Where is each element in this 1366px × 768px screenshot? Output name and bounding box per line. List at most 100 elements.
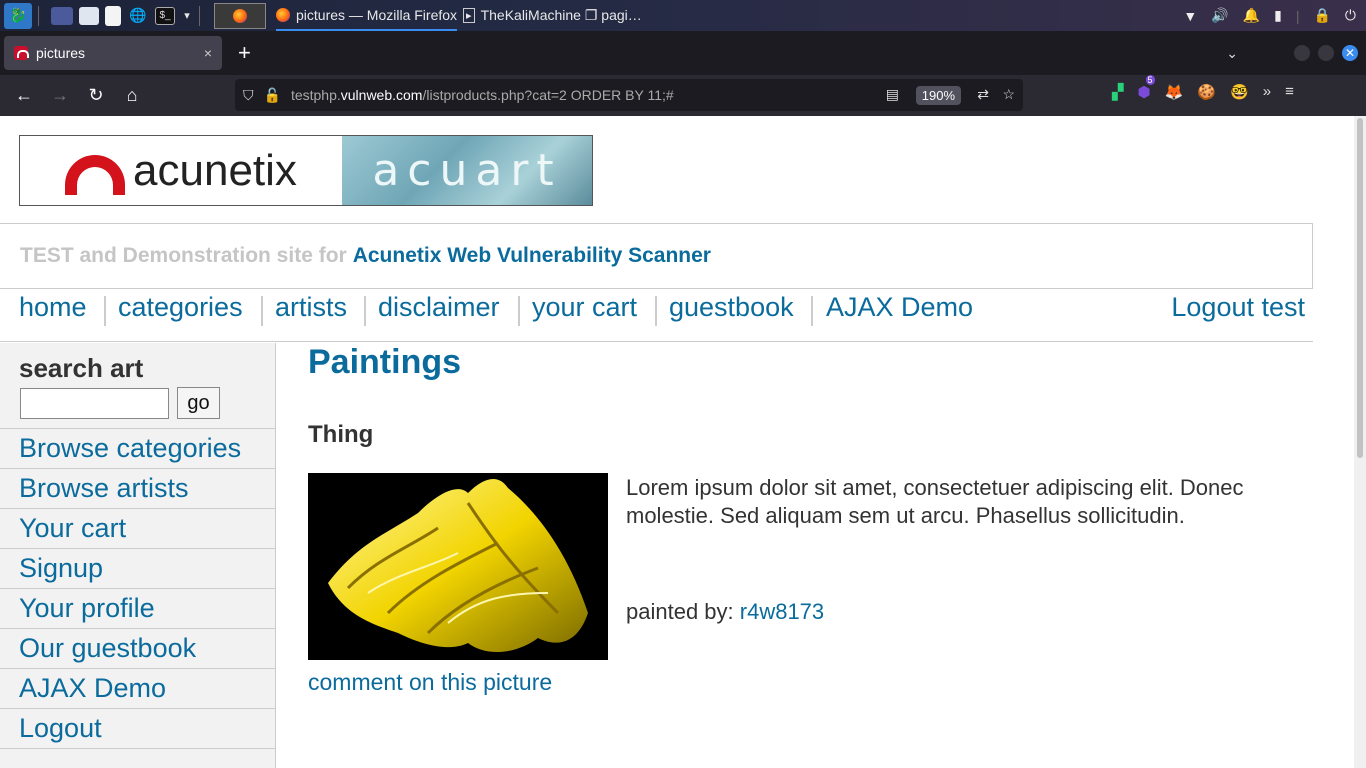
- sidebar-link-your-profile[interactable]: Your profile: [0, 589, 275, 629]
- nav-categories[interactable]: categories: [118, 292, 243, 323]
- web-page: acunetix acuart TEST and Demonstration s…: [0, 116, 1354, 768]
- cookie-editor-icon[interactable]: 🍪: [1197, 83, 1216, 101]
- nav-artists[interactable]: artists: [275, 292, 347, 323]
- nav-separator: [655, 296, 657, 326]
- top-navigation: home categories artists disclaimer your …: [0, 292, 1313, 342]
- logout-link[interactable]: Logout test: [1171, 292, 1305, 323]
- user-agent-extension-icon[interactable]: 🤓: [1230, 83, 1249, 101]
- nav-separator: [261, 296, 263, 326]
- bookmark-star-icon[interactable]: ☆: [1002, 86, 1015, 103]
- new-tab-button[interactable]: +: [238, 40, 251, 66]
- close-window-button[interactable]: ✕: [1342, 45, 1358, 61]
- power-icon[interactable]: ⏻: [1345, 7, 1356, 24]
- close-tab-icon[interactable]: ×: [204, 45, 212, 61]
- acunetix-mark-icon: [65, 154, 126, 195]
- url-prefix: testphp.: [290, 87, 341, 103]
- fractal-image: [308, 473, 608, 660]
- terminal-icon[interactable]: $_: [155, 6, 175, 25]
- nav-separator: [104, 296, 106, 326]
- page-scrollbar[interactable]: [1354, 116, 1366, 768]
- more-tools-chevron-icon[interactable]: »: [1263, 83, 1271, 101]
- reader-view-icon[interactable]: ▤: [886, 86, 899, 103]
- extension-badge: 5: [1145, 75, 1155, 85]
- volume-icon[interactable]: 🔊: [1211, 7, 1228, 24]
- minimize-button[interactable]: [1294, 45, 1310, 61]
- battery-icon[interactable]: ▮: [1274, 7, 1282, 24]
- tagline-grey: TEST and Demonstration site for: [20, 244, 347, 267]
- sidebar-link-your-cart[interactable]: Your cart: [0, 509, 275, 549]
- comment-link[interactable]: comment on this picture: [308, 669, 552, 696]
- shield-icon[interactable]: ⛉: [243, 87, 254, 104]
- reload-icon[interactable]: ↻: [78, 78, 114, 114]
- firefox-launcher-button[interactable]: [214, 2, 266, 29]
- text-editor-icon[interactable]: [105, 5, 121, 26]
- show-desktop-icon[interactable]: [51, 6, 73, 25]
- nav-separator: [518, 296, 520, 326]
- scrollbar-thumb[interactable]: [1357, 118, 1363, 458]
- terminal-small-icon: ▸: [463, 8, 475, 23]
- painted-by: painted by: r4w8173: [626, 599, 824, 625]
- painting-description: Lorem ipsum dolor sit amet, consectetuer…: [626, 475, 1244, 528]
- sidebar-link-ajax-demo[interactable]: AJAX Demo: [0, 669, 275, 709]
- back-arrow-icon[interactable]: ←: [6, 78, 42, 114]
- lock-icon[interactable]: 🔒: [1313, 7, 1330, 24]
- painting-image[interactable]: [308, 473, 608, 660]
- home-icon[interactable]: ⌂: [114, 78, 150, 114]
- browser-nav-bar: ← → ↻ ⌂ ⛉ 🔓 testphp.vulnweb.com/listprod…: [0, 75, 1366, 116]
- sidebar-link-logout[interactable]: Logout: [0, 709, 275, 749]
- url-bar[interactable]: ⛉ 🔓 testphp.vulnweb.com/listproducts.php…: [235, 79, 1023, 111]
- hamburger-menu-icon[interactable]: ≡: [1285, 83, 1294, 101]
- artist-link[interactable]: r4w8173: [740, 599, 824, 624]
- sidebar-link-browse-artists[interactable]: Browse artists: [0, 469, 275, 509]
- separator: [199, 5, 200, 26]
- translate-icon[interactable]: ⇄: [977, 86, 989, 103]
- sidebar-link-signup[interactable]: Signup: [0, 549, 275, 589]
- system-tray: ▼ 🔊 🔔 ▮ | 🔒 ⏻: [1183, 7, 1356, 24]
- acunetix-acuart-logo[interactable]: acunetix acuart: [19, 135, 593, 206]
- forward-arrow-icon[interactable]: →: [42, 78, 78, 114]
- window-controls: ⌄ ✕: [1226, 45, 1358, 62]
- file-manager-icon[interactable]: [79, 6, 99, 25]
- nav-home[interactable]: home: [19, 292, 87, 323]
- nav-guestbook[interactable]: guestbook: [669, 292, 794, 323]
- acunetix-logo: acunetix: [20, 136, 342, 205]
- zoom-level-button[interactable]: 190%: [915, 86, 961, 105]
- url-path: /listproducts.php?cat=2 ORDER BY 11;#: [422, 87, 674, 103]
- wifi-icon[interactable]: ▼: [1183, 8, 1197, 24]
- desktop: 🐉 🌐 $_ ▾ pictures — Mozilla Firefox ▸ Th…: [0, 0, 1366, 768]
- kali-menu-icon[interactable]: 🐉: [4, 2, 32, 29]
- chevron-down-icon[interactable]: ▾: [181, 5, 193, 27]
- nav-separator: [364, 296, 366, 326]
- task-firefox[interactable]: pictures — Mozilla Firefox: [276, 0, 458, 31]
- web-browser-icon[interactable]: 🌐: [127, 5, 149, 27]
- foxyproxy-extension-icon[interactable]: 🦊: [1165, 83, 1184, 101]
- tab-pictures[interactable]: pictures ×: [4, 36, 222, 70]
- painting-title[interactable]: Thing: [308, 421, 373, 449]
- sidebar: search art go Browse categories Browse a…: [0, 343, 276, 768]
- search-input[interactable]: [20, 388, 169, 419]
- maximize-button[interactable]: [1318, 45, 1334, 61]
- list-all-tabs-chevron-icon[interactable]: ⌄: [1226, 45, 1238, 62]
- task-terminal-title: TheKaliMachine ❐ pagi…: [480, 7, 642, 23]
- search-go-button[interactable]: go: [177, 387, 220, 419]
- tab-title: pictures: [36, 45, 86, 61]
- page-heading: Paintings: [308, 343, 462, 381]
- nav-ajax-demo[interactable]: AJAX Demo: [826, 292, 973, 323]
- search-heading: search art: [19, 353, 144, 383]
- url-domain: vulnweb.com: [340, 87, 423, 103]
- insecure-lock-icon[interactable]: 🔓: [264, 87, 281, 104]
- purple-extension-icon[interactable]: ⬢ 5: [1138, 75, 1155, 101]
- sidebar-link-our-guestbook[interactable]: Our guestbook: [0, 629, 275, 669]
- task-terminal[interactable]: ▸ TheKaliMachine ❐ pagi…: [463, 0, 642, 31]
- url-text[interactable]: testphp.vulnweb.com/listproducts.php?cat…: [291, 87, 674, 103]
- notifications-bell-icon[interactable]: 🔔: [1243, 7, 1260, 24]
- task-firefox-title: pictures — Mozilla Firefox: [296, 6, 458, 23]
- wappalyzer-extension-icon[interactable]: ▞: [1112, 83, 1124, 101]
- sidebar-link-browse-categories[interactable]: Browse categories: [0, 429, 275, 469]
- tagline-link[interactable]: Acunetix Web Vulnerability Scanner: [353, 244, 711, 268]
- nav-disclaimer[interactable]: disclaimer: [378, 292, 500, 323]
- nav-your-cart[interactable]: your cart: [532, 292, 637, 323]
- taskbar: 🐉 🌐 $_ ▾ pictures — Mozilla Firefox ▸ Th…: [0, 0, 1366, 31]
- acuart-logo: acuart: [342, 136, 592, 205]
- acunetix-favicon-icon: [14, 46, 29, 60]
